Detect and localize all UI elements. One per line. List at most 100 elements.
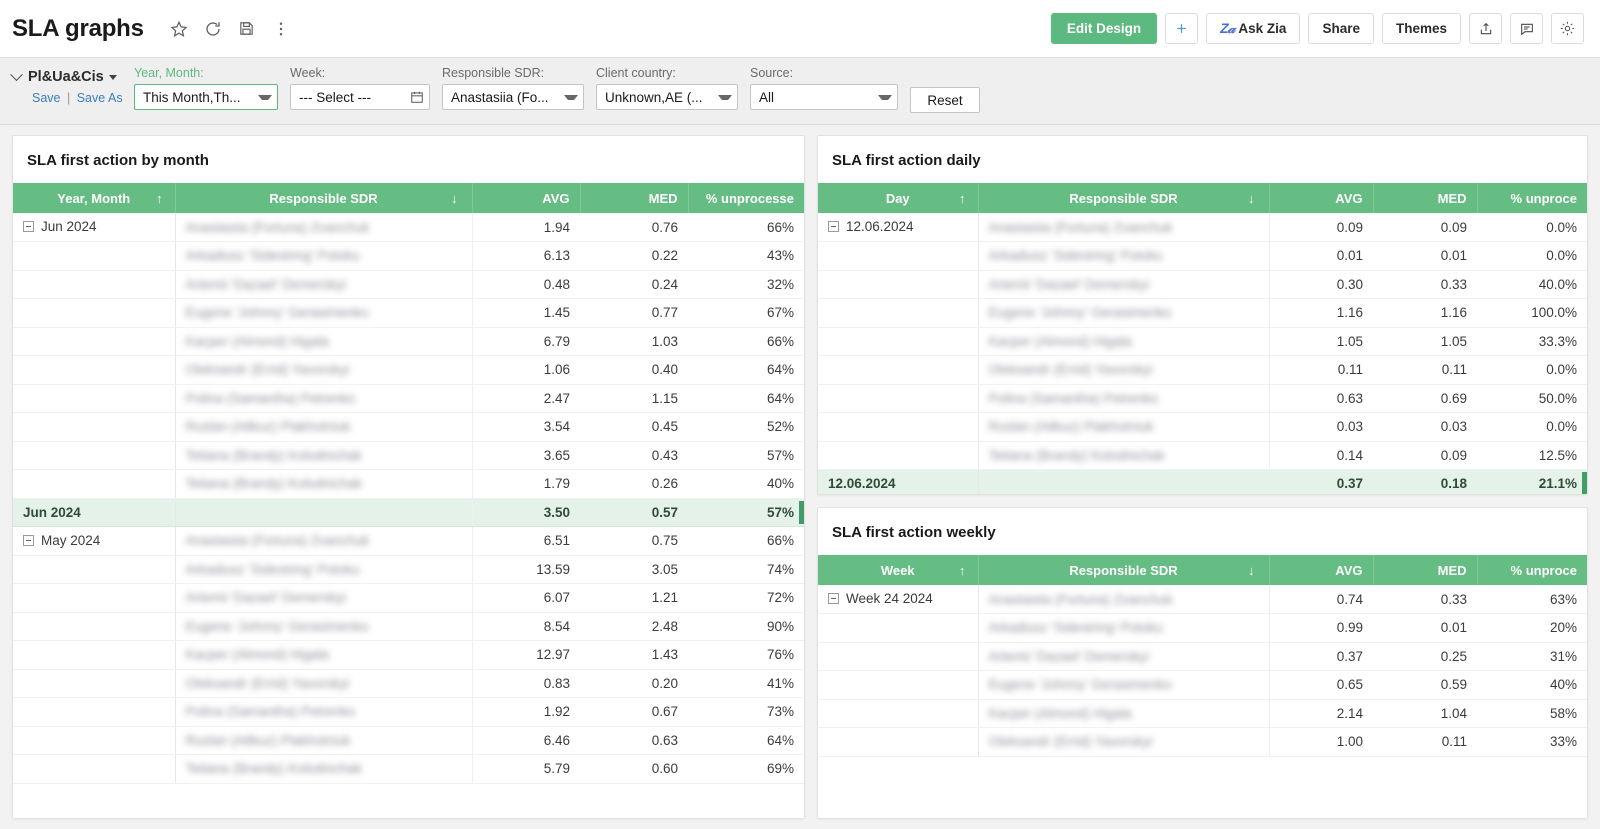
collapse-group-icon[interactable] (828, 221, 839, 232)
table-row[interactable]: 12.06.2024 Anastasiia (Fortuna) Zvanchuk 0… (818, 213, 1587, 242)
group-cell (818, 270, 979, 299)
table-row[interactable]: Artemii 'Dazael' Demerskyi 0.37 0.25 31% (818, 642, 1587, 671)
column-header-avg[interactable]: AVG (472, 183, 581, 213)
column-header-avg[interactable]: AVG (1269, 555, 1374, 585)
table-row[interactable]: Tetiana (Brandy) Kolodnichak 1.79 0.26 40% (13, 469, 804, 499)
med-cell: 0.77 (580, 298, 688, 328)
table-row[interactable]: Ruslan (Atlkuz) Plakhotniuk 6.46 0.63 64% (13, 726, 804, 755)
column-header-day[interactable]: Day ↑ (818, 183, 979, 213)
table-row[interactable]: Eugene 'Johnny' Gerasimenko 1.45 0.77 67% (13, 298, 804, 328)
avg-cell: 1.45 (472, 298, 580, 328)
table-row[interactable]: Eugene 'Johnny' Gerasimenko 0.65 0.59 40% (818, 670, 1587, 700)
table-row[interactable]: Artemii 'Dazael' Demerskyi 0.48 0.24 32% (13, 270, 804, 299)
table-row[interactable]: Kacper (Almond) Higala 6.79 1.03 66% (13, 327, 804, 356)
collapse-group-icon[interactable] (23, 221, 34, 232)
column-header-week[interactable]: Week ↑ (818, 555, 979, 585)
table-row[interactable]: Tetiana (Brandy) Kolodnichak 3.65 0.43 57% (13, 441, 804, 470)
pct-unprocessed-cell: 31% (1477, 642, 1587, 671)
filter-source-select[interactable]: All (750, 84, 898, 110)
table-row[interactable]: Arkadiusz 'Sidestring' Potoku 0.01 0.01 0.0… (818, 241, 1587, 271)
table-row[interactable]: Arkadiusz 'Sidestring' Potoku 6.13 0.22 43% (13, 241, 804, 271)
collapse-group-icon[interactable] (23, 535, 34, 546)
themes-button[interactable]: Themes (1381, 13, 1461, 44)
table-row[interactable]: Kacper (Almond) Higala 1.05 1.05 33.3% (818, 327, 1587, 356)
responsible-sdr-cell: Eugene 'Johnny' Gerasimenko (175, 298, 473, 328)
table-scroll-area[interactable]: Year, Month ↑ Responsible SDR ↓ AVG MED % unpr… (13, 183, 804, 818)
table-row[interactable]: Jun 2024 Anastasiia (Fortuna) Zvanchuk 1.9… (13, 213, 804, 242)
group-cell: 12.06.2024 (818, 213, 979, 242)
table-row[interactable]: Polina (Samantha) Petrenko 1.92 0.67 73% (13, 697, 804, 727)
table-row[interactable]: Arkadiusz 'Sidestring' Potoku 0.99 0.01 20% (818, 613, 1587, 643)
table-row[interactable]: Artemii 'Dazael' Demerskyi 6.07 1.21 72% (13, 583, 804, 613)
save-view-link[interactable]: Save (32, 91, 61, 105)
redacted-name: Oleksandr (Errid) Yavorskyi (988, 734, 1153, 750)
table-row[interactable]: Week 24 2024 Anastasiia (Fortuna) Zvanchu… (818, 585, 1587, 614)
comment-button[interactable] (1510, 13, 1543, 44)
table-row[interactable]: Eugene 'Johnny' Gerasimenko 1.16 1.16 100.0… (818, 298, 1587, 328)
table-body: Jun 2024 Anastasiia (Fortuna) Zvanchuk 1.9… (13, 213, 804, 784)
ask-zia-button[interactable]: Z𝒶 Ask Zia (1206, 13, 1301, 44)
med-cell: 1.16 (1373, 298, 1477, 328)
table-scroll-area[interactable]: Week ↑ Responsible SDR ↓ AVG MED % unproce Wee… (818, 555, 1587, 818)
med-cell: 1.43 (580, 640, 688, 670)
filter-client-country-select[interactable]: Unknown,AE (... (596, 84, 738, 110)
table-scroll-area[interactable]: Day ↑ Responsible SDR ↓ AVG MED % unproce 12.0… (818, 183, 1587, 494)
add-button[interactable] (1165, 13, 1199, 44)
more-options-icon[interactable] (272, 20, 290, 38)
table-row[interactable]: Oleksandr (Errid) Yavorskyi 1.06 0.40 64% (13, 355, 804, 385)
redacted-name: Tetiana (Brandy) Kolodnichak (185, 761, 362, 777)
table-row[interactable]: Tetiana (Brandy) Kolodnichak 5.79 0.60 69% (13, 754, 804, 784)
refresh-icon[interactable] (204, 20, 222, 38)
export-button[interactable] (1469, 13, 1502, 44)
column-header-pct-unprocessed[interactable]: % unprocesse (688, 183, 804, 213)
view-selector[interactable]: Pl&Ua&Cis (10, 67, 134, 85)
column-header-year-month[interactable]: Year, Month ↑ (13, 183, 176, 213)
table-row[interactable]: Ruslan (Atlkuz) Plakhotniuk 0.03 0.03 0.0% (818, 412, 1587, 442)
table-row[interactable]: Oleksandr (Errid) Yavorskyi 0.83 0.20 41% (13, 669, 804, 698)
table-row[interactable]: Arkadiusz 'Sidestring' Potoku 13.59 3.05 74… (13, 555, 804, 584)
table-row[interactable]: May 2024 Anastasiia (Fortuna) Zvanchuk 6.5… (13, 526, 804, 556)
filter-responsible-sdr-select[interactable]: Anastasiia (Fo... (442, 84, 584, 110)
table-row[interactable]: Artemii 'Dazael' Demerskyi 0.30 0.33 40.0% (818, 270, 1587, 299)
caret-down-icon (564, 94, 578, 100)
summary-med-cell: 0.57 (580, 498, 688, 527)
settings-gear-icon[interactable] (1551, 13, 1584, 44)
pct-unprocessed-cell: 69% (688, 754, 804, 784)
table-row[interactable]: Ruslan (Atlkuz) Plakhotniuk 3.54 0.45 52% (13, 412, 804, 442)
column-header-med[interactable]: MED (1373, 183, 1478, 213)
table-row[interactable]: Kacper (Almond) Higala 12.97 1.43 76% (13, 640, 804, 670)
column-header-pct-unprocessed[interactable]: % unproce (1477, 555, 1587, 585)
group-cell (13, 412, 176, 442)
redacted-name: Oleksandr (Errid) Yavorskyi (185, 362, 350, 378)
column-header-responsible-sdr[interactable]: Responsible SDR ↓ (175, 183, 473, 213)
med-cell: 1.05 (1373, 327, 1477, 356)
table-row[interactable]: Polina (Samantha) Petrenko 0.63 0.69 50.0% (818, 384, 1587, 413)
favorite-star-icon[interactable] (170, 20, 188, 38)
table-row[interactable]: Tetiana (Brandy) Kolodnichak 0.14 0.09 12.5… (818, 441, 1587, 470)
pct-unprocessed-cell: 100.0% (1477, 298, 1587, 328)
table-row[interactable]: Oleksandr (Errid) Yavorskyi 0.11 0.11 0.0% (818, 355, 1587, 385)
edit-design-button[interactable]: Edit Design (1050, 13, 1158, 44)
responsible-sdr-cell: Polina (Samantha) Petrenko (175, 384, 473, 413)
column-header-med[interactable]: MED (1373, 555, 1478, 585)
save-disk-icon[interactable] (238, 20, 256, 38)
pct-unprocessed-cell: 52% (688, 412, 804, 442)
responsible-sdr-cell: Kacper (Almond) Higala (175, 640, 473, 670)
table-row[interactable]: Kacper (Almond) Higala 2.14 1.04 58% (818, 699, 1587, 728)
responsible-sdr-cell: Anastasiia (Fortuna) Zvanchuk (978, 213, 1270, 242)
table-row[interactable]: Oleksandr (Errid) Yavorskyi 1.00 0.11 33% (818, 727, 1587, 757)
column-header-avg[interactable]: AVG (1269, 183, 1374, 213)
table-row[interactable]: Polina (Samantha) Petrenko 2.47 1.15 64% (13, 384, 804, 413)
group-cell (13, 555, 176, 584)
reset-filters-button[interactable]: Reset (910, 87, 980, 113)
save-as-view-link[interactable]: Save As (77, 91, 123, 105)
filter-week-datepicker[interactable]: --- Select --- (290, 84, 430, 110)
filter-year-month-select[interactable]: This Month,Th... (134, 84, 278, 110)
column-header-responsible-sdr[interactable]: Responsible SDR ↓ (978, 555, 1270, 585)
column-header-responsible-sdr[interactable]: Responsible SDR ↓ (978, 183, 1270, 213)
column-header-med[interactable]: MED (580, 183, 689, 213)
table-row[interactable]: Eugene 'Johnny' Gerasimenko 8.54 2.48 90% (13, 612, 804, 641)
collapse-group-icon[interactable] (828, 593, 839, 604)
share-button[interactable]: Share (1308, 13, 1374, 44)
column-header-pct-unprocessed[interactable]: % unproce (1477, 183, 1587, 213)
